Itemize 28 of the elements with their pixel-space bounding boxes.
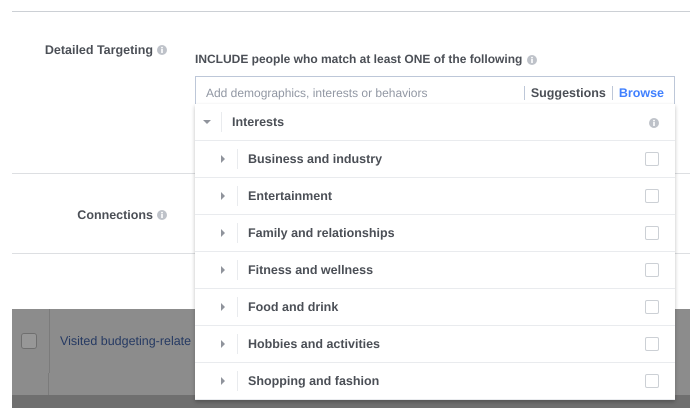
expand-arrow-icon[interactable] (219, 229, 227, 237)
expand-arrow-icon[interactable] (219, 303, 227, 311)
include-heading: INCLUDE people who match at least ONE of the following (195, 52, 522, 66)
interest-label[interactable]: Shopping and fashion (248, 374, 645, 388)
collapse-arrow-icon[interactable] (203, 118, 211, 126)
interest-label[interactable]: Food and drink (248, 300, 645, 314)
checkbox[interactable] (21, 333, 37, 349)
info-icon (527, 55, 538, 65)
browse-tab[interactable]: Suggestions (530, 84, 606, 102)
expand-arrow-icon[interactable] (219, 340, 227, 348)
section-label: Detailed Targeting (44, 43, 153, 57)
interest-label[interactable]: Fitness and wellness (248, 263, 645, 277)
category-label: Interests (232, 115, 286, 129)
section-label: Connections (77, 208, 153, 222)
expand-arrow-icon[interactable] (219, 377, 227, 385)
info-icon (157, 210, 167, 220)
table-cell: Visited budgeting-relate (60, 334, 192, 348)
info-icon (157, 45, 167, 55)
interest-label[interactable]: Hobbies and activities (248, 337, 645, 351)
expand-arrow-icon[interactable] (219, 192, 227, 200)
category-row[interactable]: Interests (195, 104, 675, 141)
interest-label[interactable]: Entertainment (248, 189, 645, 203)
info-icon (649, 118, 659, 128)
browse-tab[interactable]: Browse (618, 84, 664, 102)
expand-arrow-icon[interactable] (219, 155, 227, 163)
interest-label[interactable]: Family and relationships (248, 226, 645, 240)
expand-arrow-icon[interactable] (219, 266, 227, 274)
interest-label[interactable]: Business and industry (248, 152, 645, 166)
